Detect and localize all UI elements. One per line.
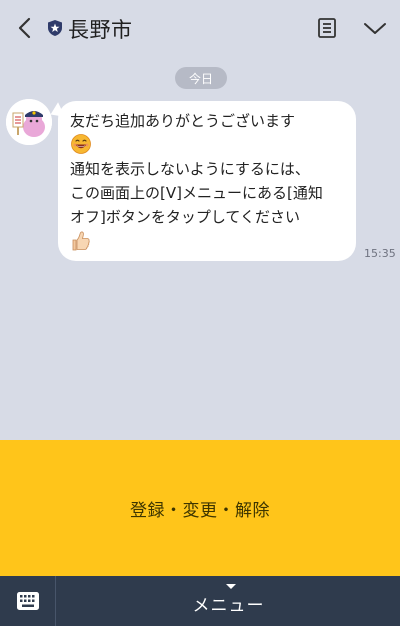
- chevron-down-icon: [364, 23, 386, 34]
- chat-title: 長野市: [68, 18, 133, 42]
- keyboard-button[interactable]: [0, 576, 56, 626]
- caret-down-icon: [226, 584, 236, 589]
- chevron-left-icon: [18, 17, 31, 39]
- avatar[interactable]: [6, 99, 52, 145]
- message-line: オフ]ボタンをタップしてください: [70, 208, 300, 226]
- menu-toggle-bar[interactable]: メニュー: [57, 576, 400, 626]
- menu-toggle-label: メニュー: [192, 595, 265, 616]
- keyboard-icon: [16, 592, 39, 610]
- mascot-avatar-image: [6, 99, 52, 145]
- message-line: この画面上の[V]メニューにある[通知: [70, 184, 323, 202]
- date-separator: 今日: [175, 67, 227, 89]
- back-button[interactable]: [12, 16, 36, 40]
- thumbs-up-emoji: [70, 229, 346, 253]
- notes-icon: [318, 18, 336, 38]
- rich-menu-register-button[interactable]: 登録・変更・解除: [0, 440, 400, 576]
- chat-header: 長野市: [0, 0, 400, 56]
- notes-button[interactable]: [315, 16, 339, 40]
- shield-star-icon: [48, 20, 62, 36]
- message-line: 友だち追加ありがとうございます: [70, 112, 296, 130]
- grinning-face-emoji: [70, 133, 346, 157]
- message-bubble[interactable]: 友だち追加ありがとうございます 通知を表示しないようにするには、 この画面上の[…: [58, 101, 356, 261]
- rich-menu-label: 登録・変更・解除: [130, 500, 270, 521]
- bottom-bar: メニュー: [0, 576, 400, 626]
- menu-toggle-button[interactable]: [362, 16, 388, 40]
- message-line: 通知を表示しないようにするには、: [70, 160, 310, 178]
- message-timestamp: 15:35: [364, 247, 396, 260]
